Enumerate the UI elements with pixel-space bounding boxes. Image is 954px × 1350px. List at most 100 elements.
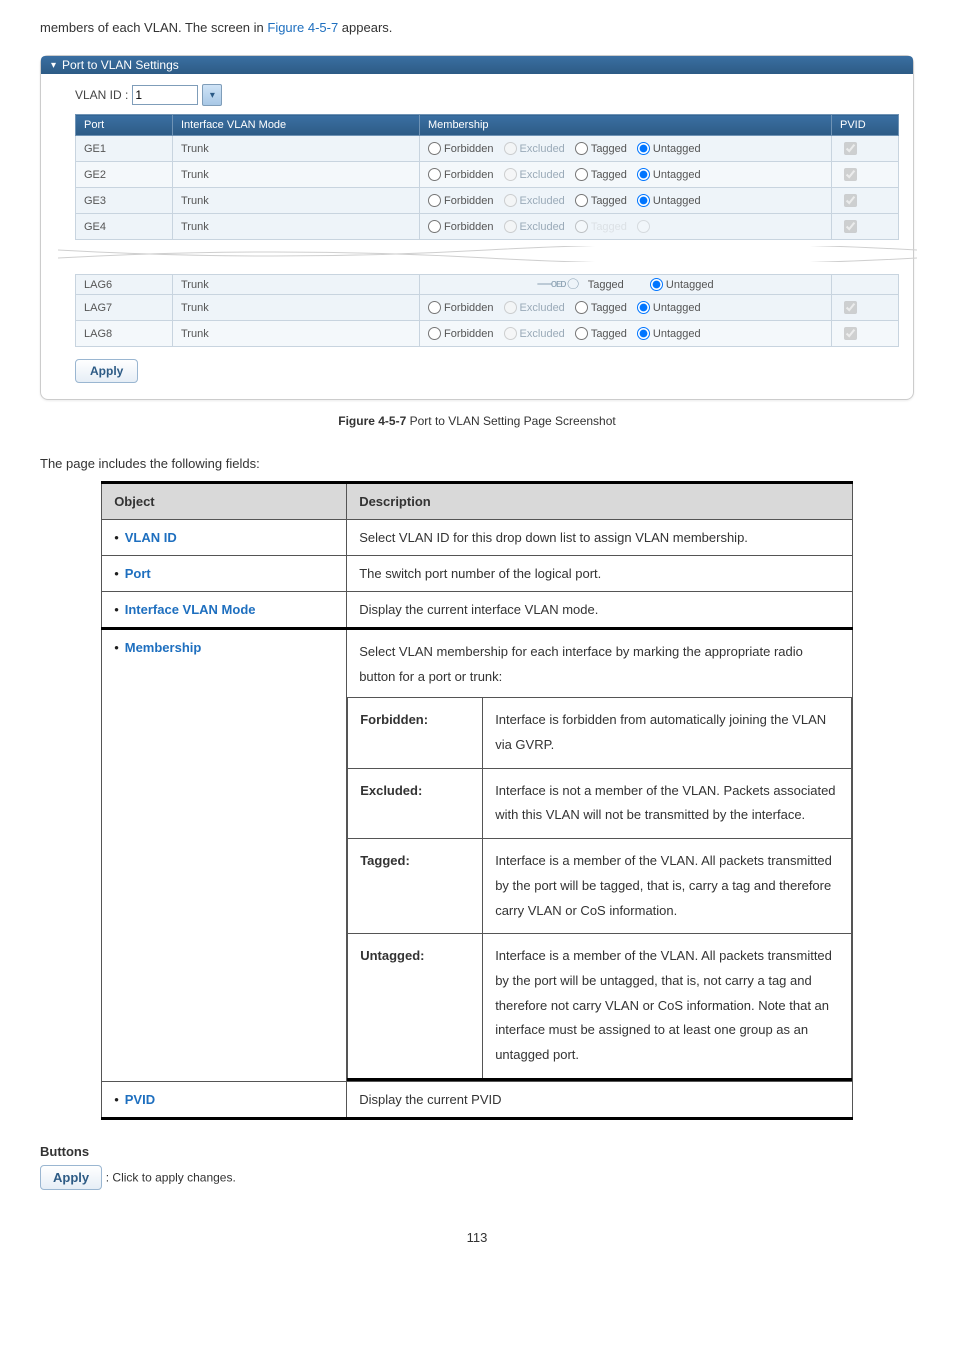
apply-button[interactable]: Apply (75, 359, 138, 383)
forbidden-radio[interactable] (428, 220, 441, 233)
panel-title: Port to VLAN Settings (62, 58, 179, 72)
pvid-cell (832, 214, 899, 240)
tagged-radio[interactable] (575, 142, 588, 155)
object-desc: Select VLAN ID for this drop down list t… (347, 520, 853, 556)
pvid-checkbox (844, 220, 857, 233)
membership-cell: Forbidden Excluded Tagged Untagged (420, 295, 832, 321)
mode-cell: Trunk (173, 275, 420, 295)
tagged-radio[interactable] (575, 301, 588, 314)
mode-cell: Trunk (173, 162, 420, 188)
fields-row-membership: •Membership Select VLAN membership for e… (102, 629, 853, 1082)
buttons-heading: Buttons (40, 1144, 914, 1159)
col-mode: Interface VLAN Mode (173, 115, 420, 136)
forbidden-radio[interactable] (428, 194, 441, 207)
object-desc: The switch port number of the logical po… (347, 556, 853, 592)
table-row: LAG7 Trunk Forbidden Excluded Tagged Unt… (76, 295, 899, 321)
excluded-radio (504, 168, 517, 181)
pvid-cell (832, 162, 899, 188)
tagged-radio[interactable] (575, 168, 588, 181)
membership-cell: ⎯⎯⎯ᴏᴇᴅ ◯ Tagged Untagged (420, 275, 832, 295)
port-cell: LAG6 (76, 275, 173, 295)
table-row: GE2 Trunk Forbidden Excluded Tagged Unta… (76, 162, 899, 188)
excluded-radio (504, 142, 517, 155)
membership-cell: Forbidden Excluded Tagged Untagged (420, 321, 832, 347)
fields-row-pvid: •PVID Display the current PVID (102, 1081, 853, 1118)
col-port: Port (76, 115, 173, 136)
vlan-settings-table: Port Interface VLAN Mode Membership PVID… (75, 114, 899, 347)
tagged-radio[interactable] (575, 327, 588, 340)
object-label: Interface VLAN Mode (125, 602, 256, 617)
object-label: Membership (125, 640, 202, 655)
membership-item-row: Untagged:Interface is a member of the VL… (348, 934, 852, 1079)
pvid-checkbox (844, 301, 857, 314)
pvid-cell (832, 136, 899, 162)
figure-reference: Figure 4-5-7 (267, 20, 338, 35)
page-number: 113 (40, 1230, 914, 1245)
table-row: GE1 Trunk Forbidden Excluded Tagged Unta… (76, 136, 899, 162)
tagged-radio[interactable] (575, 194, 588, 207)
port-to-vlan-panel: ▾ Port to VLAN Settings VLAN ID : ▾ Port… (40, 55, 914, 400)
forbidden-radio[interactable] (428, 327, 441, 340)
forbidden-radio[interactable] (428, 301, 441, 314)
port-cell: LAG7 (76, 295, 173, 321)
intro-prefix: members of each VLAN. The screen in (40, 20, 267, 35)
mode-cell: Trunk (173, 136, 420, 162)
membership-cell: Forbidden Excluded Tagged Untagged (420, 136, 832, 162)
fields-head-object: Object (102, 483, 347, 520)
mode-cell: Trunk (173, 295, 420, 321)
membership-desc: Interface is a member of the VLAN. All p… (483, 839, 852, 934)
intro-text: members of each VLAN. The screen in Figu… (40, 20, 914, 35)
membership-intro: Select VLAN membership for each interfac… (347, 630, 852, 689)
fields-row: •VLAN ID Select VLAN ID for this drop do… (102, 520, 853, 556)
forbidden-radio[interactable] (428, 168, 441, 181)
untagged-radio[interactable] (650, 278, 663, 291)
apply-button-image[interactable]: Apply (40, 1165, 102, 1190)
membership-cell: Forbidden Excluded Tagged Untagged (420, 162, 832, 188)
membership-item-row: Tagged:Interface is a member of the VLAN… (348, 839, 852, 934)
page-tear (76, 240, 899, 275)
excluded-radio (504, 301, 517, 314)
untagged-radio[interactable] (637, 142, 650, 155)
fields-table: Object Description •VLAN ID Select VLAN … (101, 481, 853, 1120)
tagged-radio[interactable] (575, 220, 588, 233)
port-cell: GE4 (76, 214, 173, 240)
fields-row: •Port The switch port number of the logi… (102, 556, 853, 592)
buttons-section: Buttons Apply : Click to apply changes. (40, 1144, 914, 1190)
untagged-radio[interactable] (637, 327, 650, 340)
untagged-radio[interactable] (637, 168, 650, 181)
forbidden-radio[interactable] (428, 142, 441, 155)
table-row: LAG8 Trunk Forbidden Excluded Tagged Unt… (76, 321, 899, 347)
pvid-cell (832, 321, 899, 347)
port-cell: GE2 (76, 162, 173, 188)
mode-cell: Trunk (173, 188, 420, 214)
membership-name: Excluded: (348, 768, 483, 838)
port-cell: GE3 (76, 188, 173, 214)
membership-cell: Forbidden Excluded Tagged (420, 214, 832, 240)
excluded-radio (504, 220, 517, 233)
col-membership: Membership (420, 115, 832, 136)
excluded-radio (504, 327, 517, 340)
membership-desc: Interface is forbidden from automaticall… (483, 698, 852, 768)
fields-row: •Interface VLAN Mode Display the current… (102, 592, 853, 629)
untagged-radio[interactable] (637, 220, 650, 233)
vlan-id-dropdown-button[interactable]: ▾ (202, 84, 222, 106)
pvid-checkbox (844, 194, 857, 207)
membership-item-row: Forbidden:Interface is forbidden from au… (348, 698, 852, 768)
untagged-radio[interactable] (637, 301, 650, 314)
membership-desc: Interface is a member of the VLAN. All p… (483, 934, 852, 1079)
pvid-checkbox (844, 142, 857, 155)
object-label: Port (125, 566, 151, 581)
pvid-cell (832, 295, 899, 321)
mode-cell: Trunk (173, 321, 420, 347)
chevron-down-icon: ▾ (210, 90, 215, 101)
panel-header[interactable]: ▾ Port to VLAN Settings (41, 56, 913, 74)
vlan-id-input[interactable] (132, 85, 198, 105)
intro-suffix: appears. (338, 20, 392, 35)
mode-cell: Trunk (173, 214, 420, 240)
pvid-cell (832, 188, 899, 214)
table-row-partial-bottom: LAG6 Trunk ⎯⎯⎯ᴏᴇᴅ ◯ Tagged Untagged (76, 275, 899, 295)
object-desc: Display the current PVID (347, 1081, 853, 1118)
object-label: PVID (125, 1092, 155, 1107)
fields-head-desc: Description (347, 483, 853, 520)
untagged-radio[interactable] (637, 194, 650, 207)
